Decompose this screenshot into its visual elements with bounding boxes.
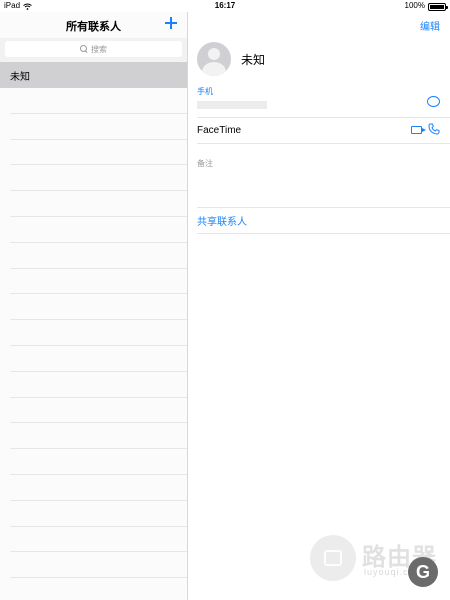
search-placeholder: 搜索 [91, 44, 107, 54]
list-item [10, 552, 187, 579]
battery-fill [430, 5, 444, 9]
list-item [10, 269, 187, 295]
list-item [10, 578, 187, 600]
search-input[interactable]: 搜索 [5, 41, 182, 57]
contact-detail-header: 编辑 [189, 12, 450, 38]
list-item [10, 501, 187, 527]
search-icon [80, 45, 88, 53]
list-item [10, 217, 187, 243]
contacts-list-panel: 所有联系人 搜索 未知 [0, 12, 188, 600]
watermark: 路由器 luyouqi.com G [310, 535, 450, 595]
list-item [10, 243, 187, 269]
status-bar: iPad 16:17 100% [0, 0, 450, 12]
status-right: 100% [404, 0, 448, 12]
contacts-list-header: 所有联系人 [0, 12, 187, 38]
facetime-label: FaceTime [197, 125, 242, 136]
list-item [10, 527, 187, 553]
list-item [10, 423, 187, 450]
battery-icon [428, 3, 448, 11]
search-bar: 搜索 [0, 38, 187, 62]
list-item [10, 140, 187, 166]
list-item [10, 372, 187, 398]
list-item [10, 191, 187, 217]
phone-call-icon[interactable] [428, 123, 440, 135]
list-item [10, 294, 187, 321]
video-call-icon[interactable] [411, 126, 426, 134]
contacts-list-title: 所有联系人 [66, 21, 121, 33]
notes-label: 备注 [197, 159, 213, 168]
list-item [10, 346, 187, 372]
contact-name: 未知 [241, 52, 266, 67]
contact-row-selected[interactable]: 未知 [0, 62, 187, 88]
share-contact-button[interactable]: 共享联系人 [197, 213, 247, 228]
list-item [10, 449, 187, 475]
share-contact-row[interactable]: 共享联系人 [197, 208, 450, 234]
add-contact-button[interactable] [165, 17, 177, 29]
phone-value-redacted [197, 101, 267, 109]
contact-row-label: 未知 [10, 71, 30, 83]
contact-header: 未知 [197, 42, 265, 76]
contact-list-rows [10, 88, 187, 600]
phone-label: 手机 [197, 87, 213, 96]
message-icon[interactable] [427, 96, 440, 107]
phone-field[interactable]: 手机 [197, 86, 450, 118]
list-item [10, 114, 187, 140]
contact-detail-panel: 编辑 未知 手机 FaceTime 备注 共享联系人 [189, 12, 450, 600]
list-item [10, 475, 187, 501]
facetime-field: FaceTime [197, 118, 450, 144]
avatar-icon [197, 42, 231, 76]
watermark-badge: G [408, 557, 438, 587]
status-time: 16:17 [214, 1, 236, 10]
list-item [10, 165, 187, 192]
edit-button[interactable]: 编辑 [420, 18, 440, 33]
list-item [10, 398, 187, 424]
watermark-lock-icon [310, 535, 356, 581]
battery-percent: 100% [404, 1, 425, 10]
list-item [10, 320, 187, 346]
list-item [10, 88, 187, 114]
notes-field[interactable]: 备注 [197, 144, 450, 208]
